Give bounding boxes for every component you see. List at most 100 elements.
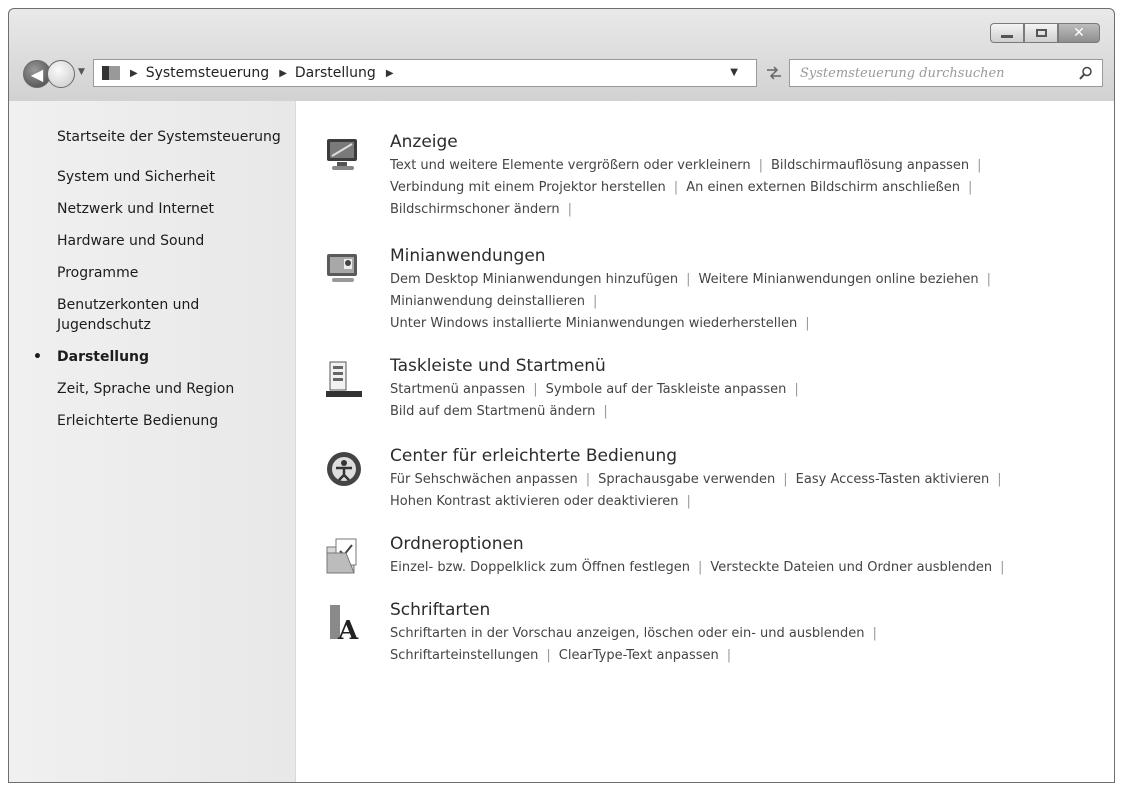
sidebar-home-link[interactable]: Startseite der Systemsteuerung	[57, 129, 281, 145]
task-link-row: Hohen Kontrast aktivieren oder deaktivie…	[390, 491, 1110, 513]
link-separator: |	[1000, 560, 1005, 575]
address-dropdown-icon[interactable]: ▼	[730, 67, 738, 78]
sidebar-item-label: System und Sicherheit	[57, 169, 216, 185]
search-input[interactable]	[790, 64, 1076, 82]
link-separator: |	[977, 158, 982, 173]
breadcrumb-arrow-icon[interactable]: ▶	[279, 68, 287, 79]
task-link[interactable]: Hohen Kontrast aktivieren oder deaktivie…	[390, 494, 679, 509]
breadcrumb-arrow-icon[interactable]: ▶	[386, 68, 394, 79]
category-body: Ordneroptionen Einzel- bzw. Doppelklick z…	[390, 533, 1110, 579]
category-title-link[interactable]: Anzeige	[390, 131, 1110, 153]
task-link[interactable]: Verbindung mit einem Projektor herstelle…	[390, 180, 666, 195]
link-separator: |	[567, 202, 572, 217]
address-bar[interactable]: ▶ Systemsteuerung ▶ Darstellung ▶ ▼	[93, 59, 757, 87]
link-separator: |	[997, 472, 1002, 487]
category-title-link[interactable]: Taskleiste und Startmenü	[390, 355, 1110, 377]
task-link[interactable]: Unter Windows installierte Minianwendung…	[390, 316, 797, 331]
category-task-links: Für Sehschwächen anpassen | Sprachausgabe …	[390, 469, 1110, 513]
task-link[interactable]: Bild auf dem Startmenü ändern	[390, 404, 595, 419]
task-link[interactable]: Minianwendung deinstallieren	[390, 294, 585, 309]
link-separator: |	[697, 560, 703, 575]
sidebar-item-label: Programme	[57, 265, 139, 281]
task-link[interactable]: Für Sehschwächen anpassen	[390, 472, 578, 487]
task-link-row: Bild auf dem Startmenü ändern |	[390, 401, 1110, 423]
refresh-button[interactable]	[761, 59, 787, 87]
sidebar-item[interactable]: Hardware und Sound	[57, 231, 287, 251]
back-arrow-icon: ◀	[30, 64, 44, 84]
category-title-link[interactable]: Minianwendungen	[390, 245, 1110, 267]
close-button[interactable]: ✕	[1058, 23, 1100, 43]
task-link-row: Startmenü anpassen | Symbole auf der Taskl…	[390, 379, 1110, 401]
task-link[interactable]: An einen externen Bildschirm anschließen	[686, 180, 960, 195]
control-panel-window: ✕ ◀ ▼ ▶ Systemsteuerung ▶ Darstellung ▶ …	[8, 8, 1115, 783]
task-link[interactable]: Bildschirmschoner ändern	[390, 202, 560, 217]
task-link[interactable]: Sprachausgabe verwenden	[598, 472, 775, 487]
task-link[interactable]: Symbole auf der Taskleiste anpassen	[546, 382, 787, 397]
sidebar-item-label: Erleichterte Bedienung	[57, 413, 219, 429]
category-task-links: Text und weitere Elemente vergrößern ode…	[390, 155, 1110, 221]
recent-pages-dropdown-icon[interactable]: ▼	[78, 67, 85, 77]
monitor-icon[interactable]	[324, 135, 364, 175]
category-body: Anzeige Text und weitere Elemente vergröß…	[390, 131, 1110, 221]
sidebar-item[interactable]: Zeit, Sprache und Region	[57, 379, 287, 399]
control-panel-icon	[102, 66, 120, 80]
search-icon[interactable]	[1076, 66, 1096, 80]
sidebar-item[interactable]: System und Sicherheit	[57, 167, 287, 187]
window-controls: ✕	[990, 23, 1100, 43]
task-link[interactable]: ClearType-Text anpassen	[559, 648, 719, 663]
breadcrumb-systemsteuerung[interactable]: Systemsteuerung	[146, 65, 269, 81]
sidebar-item[interactable]: Netzwerk und Internet	[57, 199, 287, 219]
sidebar-item: • Darstellung	[33, 347, 287, 367]
task-link[interactable]: Einzel- bzw. Doppelklick zum Öffnen fest…	[390, 560, 690, 575]
sidebar-item[interactable]: Erleichterte Bedienung	[57, 411, 287, 431]
fonts-icon[interactable]: A	[324, 603, 364, 646]
link-separator: |	[783, 472, 788, 487]
task-link-row: Schriftarten in der Vorschau anzeigen, l…	[390, 623, 1110, 645]
task-link[interactable]: Dem Desktop Minianwendungen hinzufügen	[390, 272, 678, 287]
search-box[interactable]	[789, 59, 1103, 87]
navigation-bar: ◀ ▼ ▶ Systemsteuerung ▶ Darstellung ▶ ▼	[17, 57, 1107, 91]
main-content: Anzeige Text und weitere Elemente vergröß…	[296, 101, 1114, 782]
forward-button[interactable]	[47, 60, 75, 88]
link-separator: |	[758, 158, 763, 173]
task-link-row: Text und weitere Elemente vergrößern ode…	[390, 155, 1110, 177]
taskbar-icon[interactable]	[324, 359, 364, 399]
task-link-row: Minianwendung deinstallieren |	[390, 291, 1110, 313]
sidebar: Startseite der Systemsteuerung System un…	[9, 101, 296, 782]
breadcrumb-darstellung[interactable]: Darstellung	[295, 65, 376, 81]
sidebar-item-label: Netzwerk und Internet	[57, 201, 214, 217]
link-separator: |	[673, 180, 679, 195]
minimize-icon	[1001, 34, 1013, 38]
category-title-link[interactable]: Ordneroptionen	[390, 533, 1110, 555]
ease-of-access-icon[interactable]	[324, 449, 364, 489]
minimize-button[interactable]	[990, 23, 1024, 43]
sidebar-item[interactable]: Benutzerkonten und Jugendschutz	[57, 295, 287, 335]
link-separator: |	[533, 382, 538, 397]
task-link[interactable]: Schriftarten in der Vorschau anzeigen, l…	[390, 626, 864, 641]
task-link-row: Schriftarteinstellungen | ClearType-Text a…	[390, 645, 1110, 667]
task-link-row: Verbindung mit einem Projektor herstelle…	[390, 177, 1110, 199]
maximize-button[interactable]	[1024, 23, 1058, 43]
category-task-links: Schriftarten in der Vorschau anzeigen, l…	[390, 623, 1110, 667]
link-separator: |	[805, 316, 810, 331]
sidebar-category-list: System und Sicherheit Netzwerk und Intern…	[33, 167, 287, 443]
sidebar-item-label: Benutzerkonten und Jugendschutz	[57, 297, 200, 333]
category-body: Minianwendungen Dem Desktop Minianwendung…	[390, 245, 1110, 335]
breadcrumb-arrow-icon[interactable]: ▶	[130, 68, 138, 79]
task-link[interactable]: Bildschirmauflösung anpassen	[771, 158, 969, 173]
category-title-link[interactable]: Center für erleichterte Bedienung	[390, 445, 1110, 467]
task-link[interactable]: Versteckte Dateien und Ordner ausblenden	[710, 560, 992, 575]
task-link[interactable]: Weitere Minianwendungen online beziehen	[699, 272, 979, 287]
gadgets-icon[interactable]	[324, 249, 364, 289]
task-link[interactable]: Text und weitere Elemente vergrößern ode…	[390, 158, 751, 173]
task-link[interactable]: Startmenü anpassen	[390, 382, 525, 397]
link-separator: |	[968, 180, 973, 195]
task-link[interactable]: Schriftarteinstellungen	[390, 648, 538, 663]
sidebar-item[interactable]: Programme	[57, 263, 287, 283]
category-title-link[interactable]: Schriftarten	[390, 599, 1110, 621]
folder-options-icon[interactable]	[324, 537, 364, 577]
sidebar-item-label: Darstellung	[57, 349, 150, 365]
maximize-icon	[1035, 29, 1047, 37]
task-link[interactable]: Easy Access-Tasten aktivieren	[796, 472, 990, 487]
category-task-links: Einzel- bzw. Doppelklick zum Öffnen fest…	[390, 557, 1110, 579]
